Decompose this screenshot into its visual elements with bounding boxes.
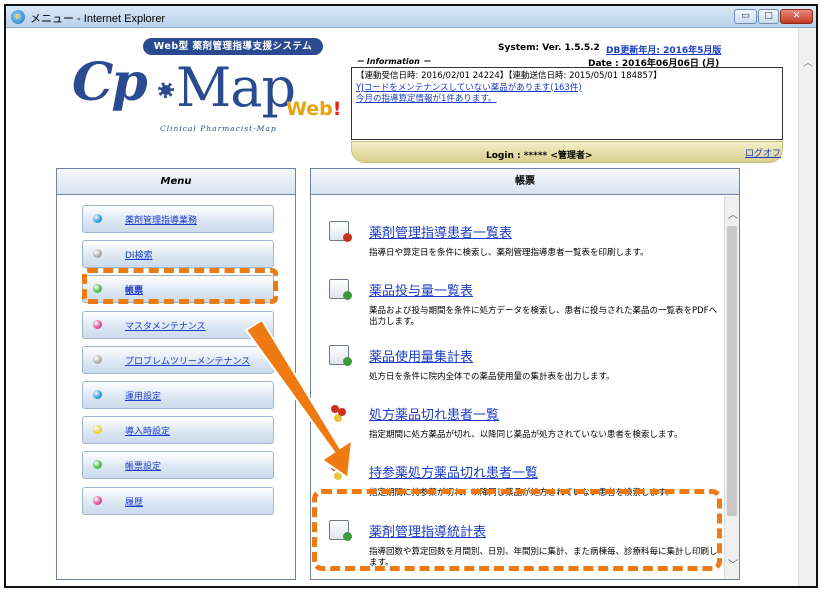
report-item-title[interactable]: 薬品使用量集計表 <box>369 346 473 365</box>
report-header-text: 帳票 <box>515 176 535 187</box>
report-item-title[interactable]: 薬品投与量一覧表 <box>369 280 473 299</box>
menu-item[interactable]: 運用設定 <box>82 381 274 409</box>
menu-item[interactable]: 薬剤管理指導業務 <box>82 205 274 233</box>
menu-item-label[interactable]: 導入時設定 <box>125 424 170 437</box>
logo-banner: Web型 薬剤管理指導支援システム <box>143 38 323 55</box>
report-item-title[interactable]: 持参薬処方薬品切れ患者一覧 <box>369 462 538 481</box>
report-scrollbar[interactable]: ︿ ﹀ <box>724 196 739 579</box>
report-item: 薬品投与量一覧表薬品および投与期間を条件に処方データを検索し、患者に投与された薬… <box>323 279 723 331</box>
report-header: 帳票 <box>311 169 739 195</box>
menu-item-label[interactable]: DI検索 <box>125 248 153 261</box>
menu-bullet-icon <box>93 249 102 258</box>
information-box: 【連動受信日時: 2016/02/01 24224】【連動送信日時: 2015/… <box>351 67 783 140</box>
menu-item[interactable]: 帳票設定 <box>82 451 274 479</box>
menu-item[interactable]: DI検索 <box>82 240 274 268</box>
login-status: Login : ***** <管理者> <box>486 151 593 161</box>
menu-bullet-icon <box>93 355 102 364</box>
report-scroll-down-icon[interactable]: ﹀ <box>728 556 738 571</box>
menu-bullet-icon <box>93 390 102 399</box>
window-title: メニュー - Internet Explorer <box>30 13 166 25</box>
medicine-icon[interactable] <box>329 461 349 481</box>
report-item-title[interactable]: 処方薬品切れ患者一覧 <box>369 404 499 423</box>
login-bar: Login : ***** <管理者> ログオフ <box>351 141 783 163</box>
internet-explorer-icon: e <box>11 10 25 24</box>
menu-item-label[interactable]: マスタメンテナンス <box>125 319 206 332</box>
menu-bullet-icon <box>93 425 102 434</box>
report-item-description: 薬品および投与期間を条件に処方データを検索し、患者に投与された薬品の一覧表をPD… <box>369 306 718 327</box>
menu-header: Menu <box>57 169 295 195</box>
menu-item-label[interactable]: 運用設定 <box>125 389 161 402</box>
highlight-report-annotation <box>312 489 722 571</box>
medicine-icon[interactable] <box>329 403 349 423</box>
report-item-description: 指定期間に処方薬品が切れ、以降同じ薬品が処方されていない患者を検索します。 <box>369 430 683 440</box>
menu-bullet-icon <box>93 320 102 329</box>
document-icon[interactable] <box>329 279 352 300</box>
sync-status-text: 【連動受信日時: 2016/02/01 24224】【連動送信日時: 2015/… <box>356 71 662 81</box>
title-bar: e メニュー - Internet Explorer ▭ □ ✕ <box>6 6 816 28</box>
logout-link[interactable]: ログオフ <box>745 146 781 159</box>
report-item: 薬剤管理指導患者一覧表指導日や算定日を条件に検索し、薬剤管理指導患者一覧表を印刷… <box>323 221 723 273</box>
logo-web: Web! <box>286 98 342 120</box>
yj-code-link[interactable]: YJコードをメンテナンスしていない薬品があります(163件) <box>356 83 778 95</box>
minimize-button[interactable]: ▭ <box>734 9 757 24</box>
menu-bullet-icon <box>93 496 102 505</box>
menu-item-label[interactable]: 薬剤管理指導業務 <box>125 213 197 226</box>
menu-bullet-icon <box>93 214 102 223</box>
report-item: 処方薬品切れ患者一覧指定期間に処方薬品が切れ、以降同じ薬品が処方されていない患者… <box>323 403 723 455</box>
menu-item[interactable]: プロブレムツリーメンテナンス <box>82 346 274 374</box>
menu-item[interactable]: 履歴 <box>82 487 274 515</box>
report-scroll-thumb[interactable] <box>727 226 737 516</box>
menu-item-label[interactable]: 履歴 <box>125 495 143 508</box>
report-item-title[interactable]: 薬剤管理指導患者一覧表 <box>369 222 512 241</box>
close-button[interactable]: ✕ <box>780 9 813 24</box>
guidance-info-link[interactable]: 今月の指導算定情報が1件あります。 <box>356 94 778 106</box>
scroll-up-icon[interactable]: ︿ <box>803 54 813 69</box>
report-scroll-up-icon[interactable]: ︿ <box>728 206 738 221</box>
information-label: － Information － <box>356 57 431 66</box>
menu-item-label[interactable]: 帳票設定 <box>125 459 161 472</box>
system-version: System: Ver. 1.5.5.2 <box>498 43 600 53</box>
document-icon[interactable] <box>329 345 352 366</box>
document-icon[interactable] <box>329 221 352 242</box>
logo-cp: Cp <box>72 52 148 113</box>
logo-map: Map <box>176 56 296 119</box>
maximize-button[interactable]: □ <box>758 9 779 24</box>
menu-header-text: Menu <box>160 176 192 187</box>
menu-item[interactable]: 導入時設定 <box>82 416 274 444</box>
report-item-description: 指導日や算定日を条件に検索し、薬剤管理指導患者一覧表を印刷します。 <box>369 248 649 258</box>
menu-bullet-icon <box>93 460 102 469</box>
report-item-description: 処方日を条件に院内全体での薬品使用量の集計表を出力します。 <box>369 372 615 382</box>
db-update-link[interactable]: DB更新年月: 2016年5月版 <box>606 43 721 56</box>
page-scrollbar[interactable]: ︿ <box>798 28 816 586</box>
logo-subtitle: Clinical Pharmacist-Map <box>160 124 277 133</box>
menu-item-label[interactable]: プロブレムツリーメンテナンス <box>125 354 250 367</box>
logo-gear-icon <box>158 82 174 98</box>
report-item: 薬品使用量集計表処方日を条件に院内全体での薬品使用量の集計表を出力します。 <box>323 345 723 397</box>
menu-item[interactable]: マスタメンテナンス <box>82 311 274 339</box>
highlight-menu-annotation <box>82 268 278 304</box>
